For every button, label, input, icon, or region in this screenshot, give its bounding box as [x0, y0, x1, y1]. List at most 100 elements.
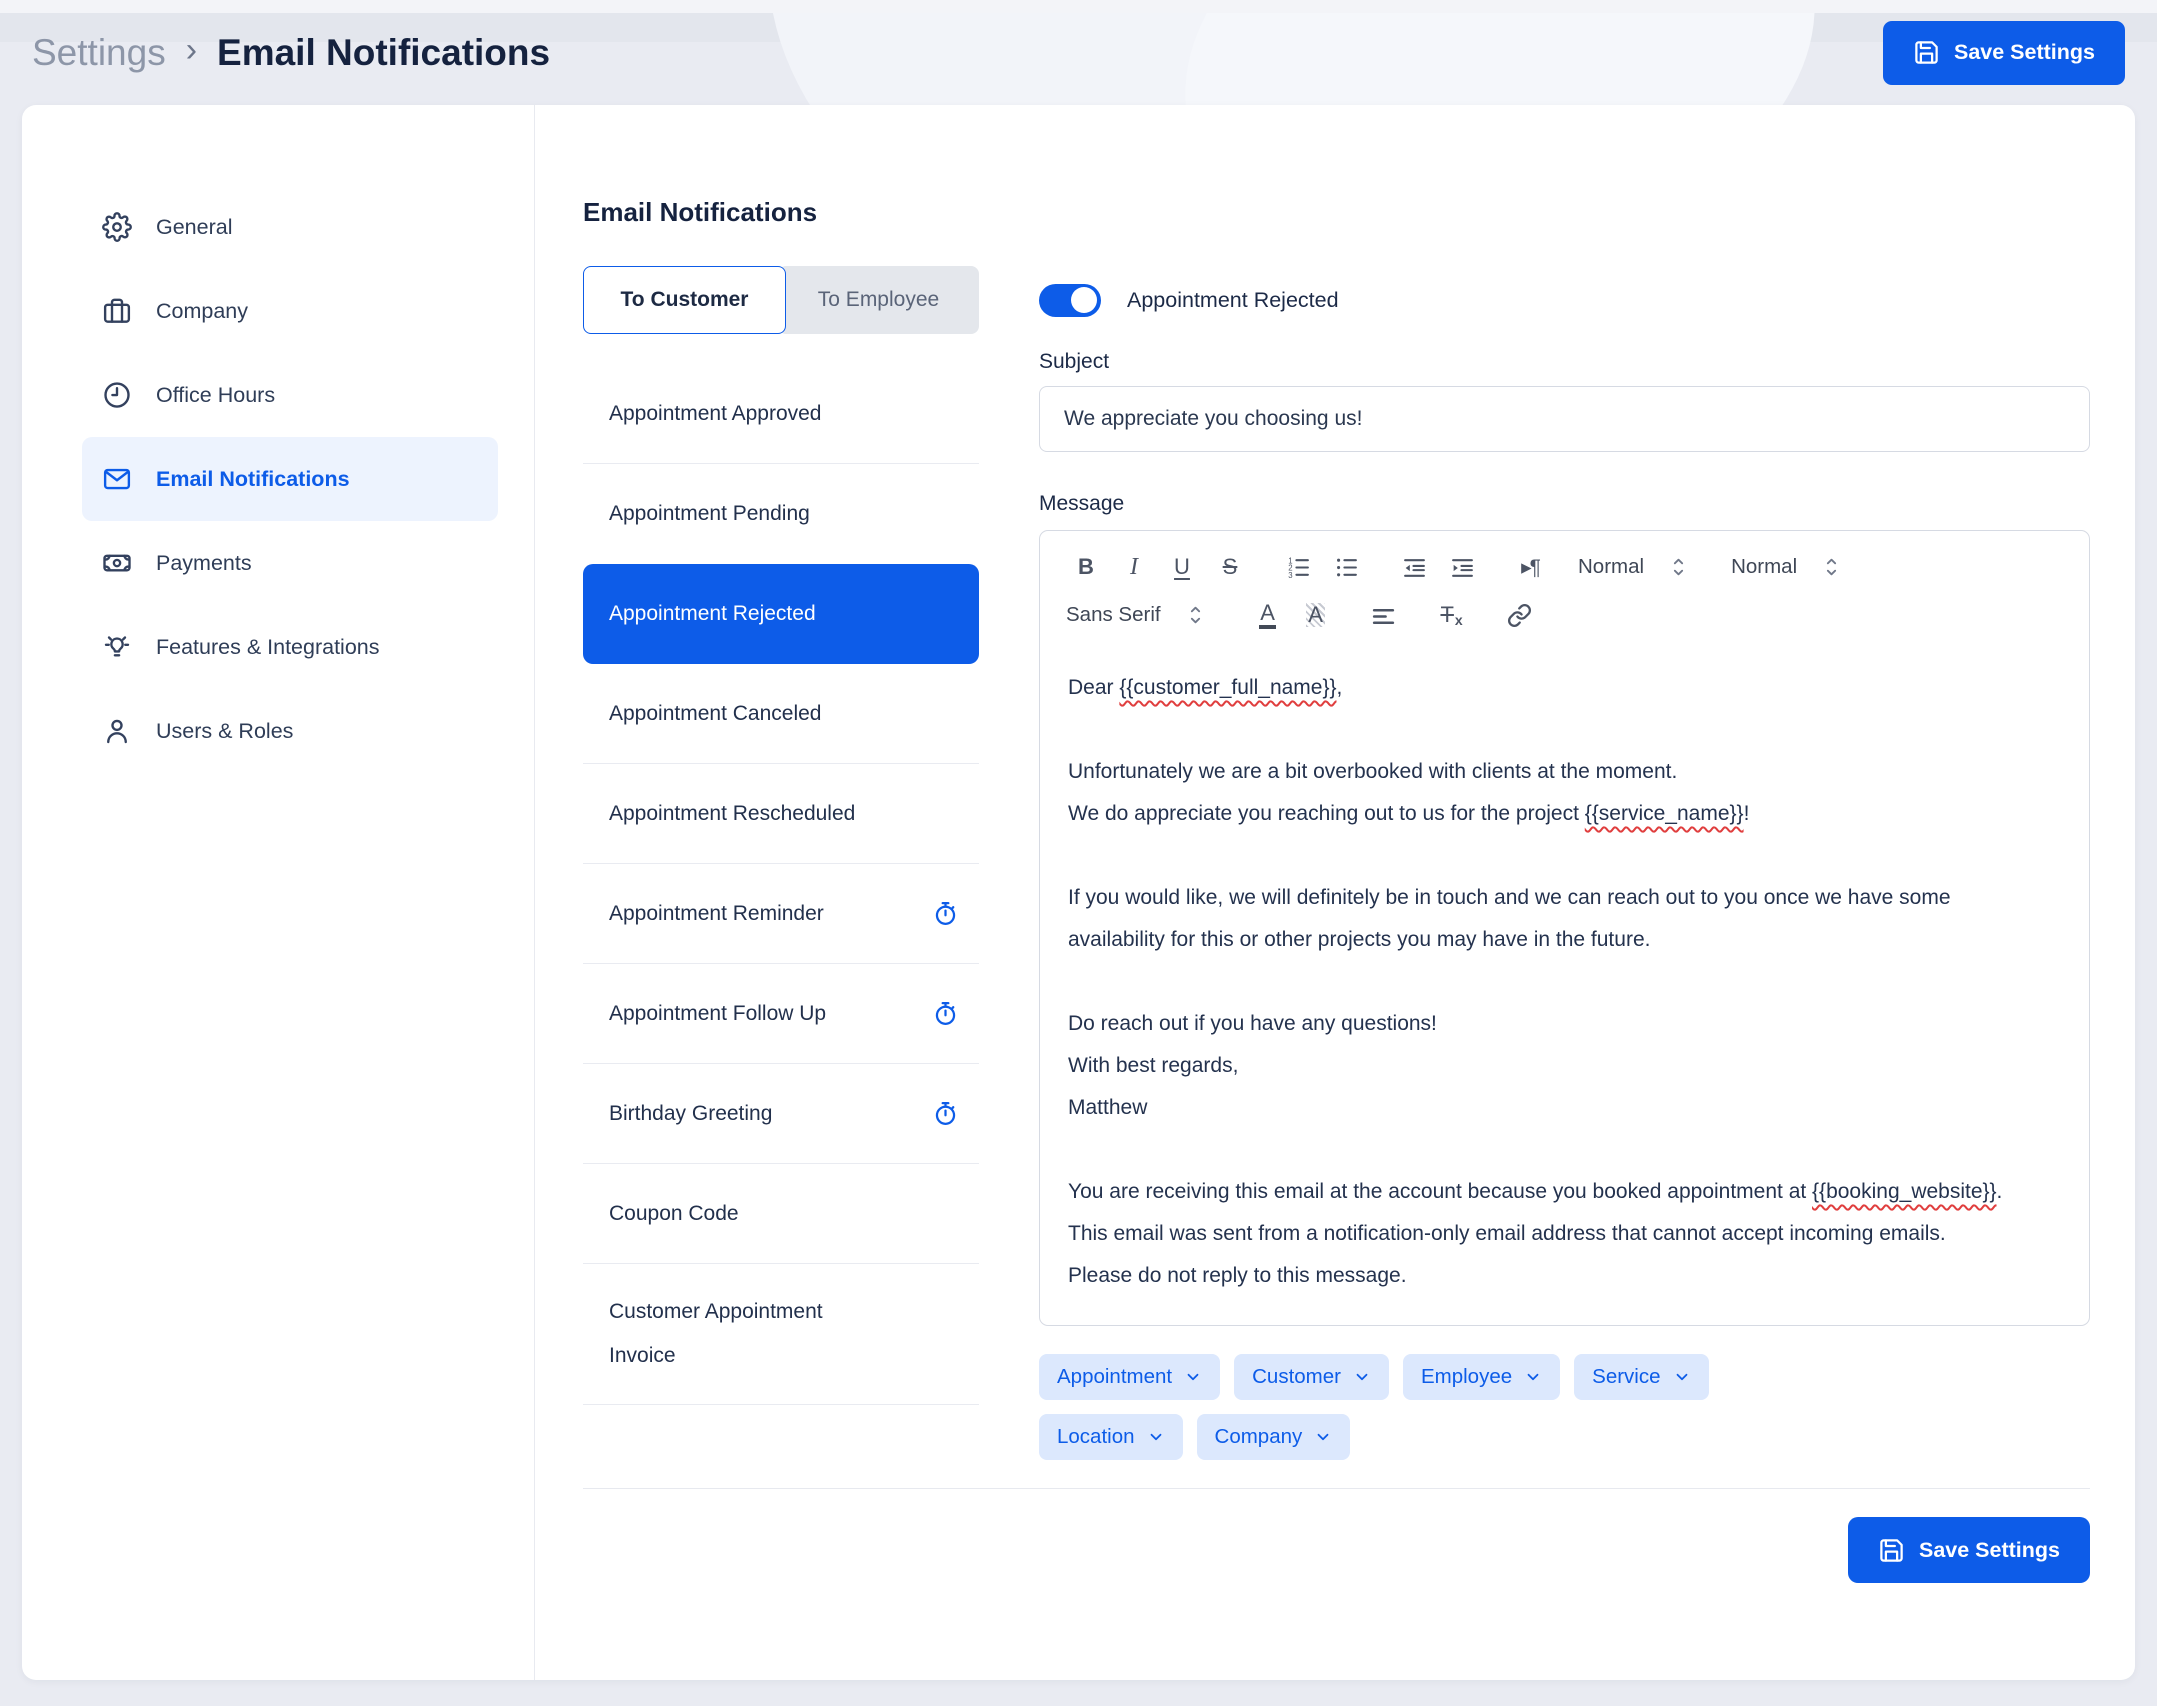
size-select-value: Normal — [1578, 555, 1644, 579]
sidebar-item-payments[interactable]: Payments — [82, 521, 498, 605]
tag-group-label: Appointment — [1057, 1365, 1172, 1389]
tag-group-label: Location — [1057, 1425, 1135, 1449]
text-color-button[interactable]: A — [1248, 595, 1288, 635]
notification-item-label: Appointment Rejected — [609, 592, 816, 636]
message-text: Unfortunately we are a bit overbooked wi… — [1068, 760, 1677, 783]
message-text: With best regards, — [1068, 1054, 1238, 1077]
tag-group-location[interactable]: Location — [1039, 1414, 1183, 1460]
sidebar-item-general[interactable]: General — [82, 185, 498, 269]
tag-group-employee[interactable]: Employee — [1403, 1354, 1560, 1400]
subject-input[interactable] — [1039, 386, 2090, 452]
size-select[interactable]: Normal — [1578, 547, 1685, 587]
chevron-down-icon — [1184, 1368, 1202, 1386]
message-text: . — [1997, 1180, 2003, 1203]
notification-item-appointment-rescheduled[interactable]: Appointment Rescheduled — [583, 764, 979, 864]
notification-item-customer-appointment-invoice[interactable]: Customer Appointment Invoice — [583, 1264, 979, 1405]
tab-to-customer[interactable]: To Customer — [583, 266, 786, 334]
notification-item-appointment-reminder[interactable]: Appointment Reminder — [583, 864, 979, 964]
save-settings-label: Save Settings — [1919, 1538, 2060, 1563]
chevron-right-icon: › — [186, 31, 197, 70]
banknote-icon — [102, 548, 132, 578]
notification-item-appointment-canceled[interactable]: Appointment Canceled — [583, 664, 979, 764]
notification-item-appointment-pending[interactable]: Appointment Pending — [583, 464, 979, 564]
breadcrumb-settings[interactable]: Settings — [32, 32, 166, 74]
stopwatch-icon — [932, 1100, 959, 1127]
indent-button[interactable] — [1442, 547, 1482, 587]
editor-toolbar: B I U S 123 — [1040, 531, 2089, 643]
tag-group-appointment[interactable]: Appointment — [1039, 1354, 1220, 1400]
subject-label: Subject — [1039, 350, 2090, 374]
main-body: To Customer To Employee Appointment Appr… — [583, 266, 2090, 1460]
save-settings-button-top[interactable]: Save Settings — [1883, 21, 2125, 85]
tag-group-customer[interactable]: Customer — [1234, 1354, 1389, 1400]
background-color-button[interactable]: A — [1296, 595, 1336, 635]
notification-item-label: Birthday Greeting — [609, 1092, 772, 1136]
message-text: Dear — [1068, 676, 1119, 699]
message-text: ! — [1744, 802, 1750, 825]
tag-group-label: Customer — [1252, 1365, 1341, 1389]
message-text: Matthew — [1068, 1096, 1147, 1119]
message-text: If you would like, we will definitely be… — [1068, 886, 1951, 951]
message-editor-body[interactable]: Dear {{customer_full_name}}, Unfortunate… — [1040, 643, 2089, 1325]
sidebar-item-users-and-roles[interactable]: Users & Roles — [82, 689, 498, 773]
save-row: Save Settings — [583, 1517, 2090, 1583]
save-settings-label: Save Settings — [1954, 40, 2095, 65]
placeholder-token: {{customer_full_name}} — [1119, 676, 1336, 699]
gear-icon — [102, 212, 132, 242]
toggle-knob — [1071, 287, 1097, 313]
message-text: Do reach out if you have any questions! — [1068, 1012, 1437, 1035]
breadcrumb: Settings › Email Notifications — [32, 32, 550, 74]
mail-icon — [102, 464, 132, 494]
sidebar-item-company[interactable]: Company — [82, 269, 498, 353]
empty-line — [1068, 709, 2013, 751]
notification-item-birthday-greeting[interactable]: Birthday Greeting — [583, 1064, 979, 1164]
notification-item-appointment-follow-up[interactable]: Appointment Follow Up — [583, 964, 979, 1064]
strike-button[interactable]: S — [1210, 547, 1250, 587]
main-panel: Email Notifications To Customer To Emplo… — [535, 105, 2135, 1680]
underline-button[interactable]: U — [1162, 547, 1202, 587]
appointment-rejected-toggle[interactable] — [1039, 284, 1101, 317]
header-select[interactable]: Normal — [1731, 547, 1838, 587]
clear-formatting-button[interactable]: Tx — [1432, 595, 1472, 635]
sidebar-item-office-hours[interactable]: Office Hours — [82, 353, 498, 437]
notification-item-appointment-approved[interactable]: Appointment Approved — [583, 364, 979, 464]
section-title: Email Notifications — [583, 197, 2090, 228]
ordered-list-button[interactable]: 123 — [1278, 547, 1318, 587]
page: Settings › Email Notifications Save Sett… — [0, 0, 2157, 1706]
italic-button[interactable]: I — [1114, 547, 1154, 587]
tag-group-label: Employee — [1421, 1365, 1512, 1389]
align-button[interactable] — [1364, 595, 1404, 635]
sidebar-item-label: Users & Roles — [156, 719, 293, 744]
empty-line — [1068, 961, 2013, 1003]
text-direction-button[interactable]: ▸¶ — [1510, 547, 1550, 587]
save-settings-button-bottom[interactable]: Save Settings — [1848, 1517, 2090, 1583]
settings-sidebar: GeneralCompanyOffice HoursEmail Notifica… — [22, 105, 535, 1680]
bulb-icon — [102, 632, 132, 662]
notification-list: Appointment Approved Appointment Pending A… — [583, 364, 979, 1405]
bold-button[interactable]: B — [1066, 547, 1106, 587]
notification-column: To Customer To Employee Appointment Appr… — [583, 266, 979, 1460]
notification-item-coupon-code[interactable]: Coupon Code — [583, 1164, 979, 1264]
sidebar-item-label: Payments — [156, 551, 252, 576]
notification-item-label: Appointment Pending — [609, 492, 810, 536]
outdent-button[interactable] — [1394, 547, 1434, 587]
link-button[interactable] — [1500, 595, 1540, 635]
placeholder-token: {{service_name}} — [1585, 802, 1744, 825]
placeholder-tag-groups: Appointment Customer Employee Service Locati… — [1039, 1354, 1739, 1460]
svg-text:3: 3 — [1288, 570, 1292, 579]
page-title: Email Notifications — [217, 32, 550, 74]
notification-item-appointment-rejected[interactable]: Appointment Rejected — [583, 564, 979, 664]
message-text: This email was sent from a notification-… — [1068, 1222, 1946, 1287]
font-select[interactable]: Sans Serif — [1066, 595, 1202, 635]
sidebar-item-features-and-integrations[interactable]: Features & Integrations — [82, 605, 498, 689]
chevron-down-icon — [1524, 1368, 1542, 1386]
message-text: , — [1337, 676, 1343, 699]
save-icon — [1913, 39, 1940, 66]
tab-to-employee[interactable]: To Employee — [778, 266, 979, 334]
tag-group-company[interactable]: Company — [1197, 1414, 1351, 1460]
bullet-list-button[interactable] — [1326, 547, 1366, 587]
tag-group-service[interactable]: Service — [1574, 1354, 1708, 1400]
empty-line — [1068, 835, 2013, 877]
divider — [583, 1488, 2090, 1489]
sidebar-item-email-notifications[interactable]: Email Notifications — [82, 437, 498, 521]
